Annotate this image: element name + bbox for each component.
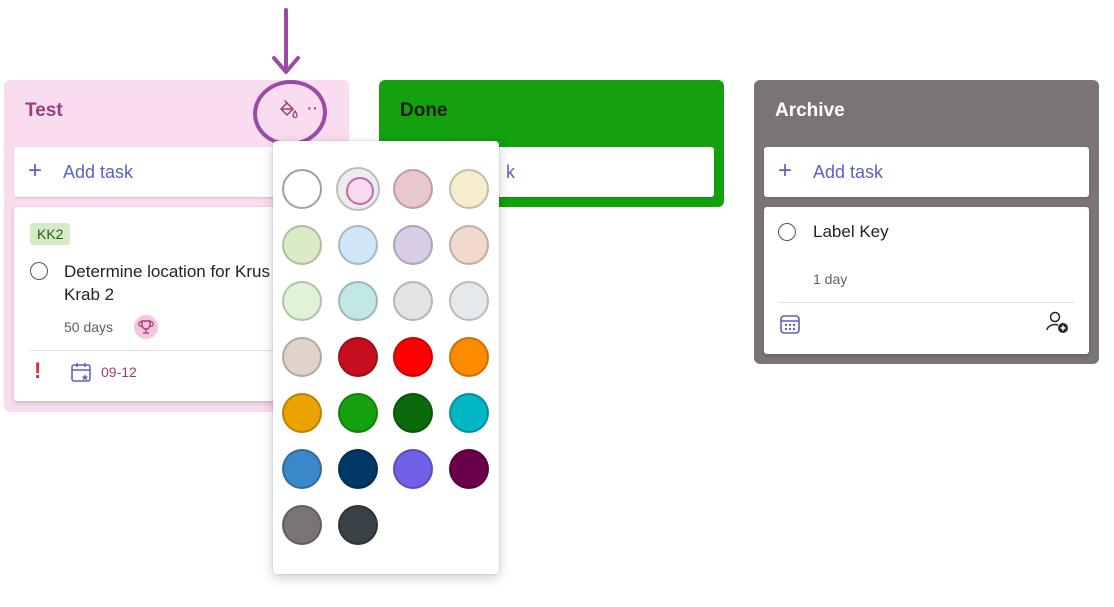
- color-swatch[interactable]: [393, 449, 433, 489]
- task-title: Label Key: [813, 222, 889, 241]
- color-swatch[interactable]: [338, 393, 378, 433]
- annotation-arrow: [272, 8, 300, 74]
- color-swatch[interactable]: [393, 225, 433, 265]
- color-swatch[interactable]: [338, 225, 378, 265]
- color-swatch[interactable]: [449, 393, 489, 433]
- color-swatch[interactable]: [393, 281, 433, 321]
- color-swatch[interactable]: [338, 449, 378, 489]
- task-duration: 1 day: [813, 271, 848, 287]
- column-title[interactable]: Test: [25, 100, 63, 122]
- color-swatch[interactable]: [393, 337, 433, 377]
- color-swatch[interactable]: [346, 177, 374, 205]
- color-swatch[interactable]: [338, 281, 378, 321]
- calendar-icon[interactable]: [779, 313, 801, 335]
- exclamation-icon: !: [34, 358, 42, 383]
- color-swatch[interactable]: [282, 225, 322, 265]
- card-divider: [778, 302, 1075, 303]
- color-swatch[interactable]: [449, 337, 489, 377]
- color-swatch[interactable]: [282, 281, 322, 321]
- bucket-column-archive: Archive + Add task Label Key 1 day: [754, 80, 1099, 364]
- color-swatch[interactable]: [338, 337, 378, 377]
- color-swatch[interactable]: [338, 505, 378, 545]
- color-swatch[interactable]: [449, 449, 489, 489]
- due-date[interactable]: 09-12: [101, 364, 137, 380]
- task-duration: 50 days: [64, 319, 114, 335]
- trophy-icon: [134, 315, 158, 339]
- circle-checkbox-icon[interactable]: [778, 223, 796, 241]
- color-swatch[interactable]: [282, 449, 322, 489]
- add-task-button[interactable]: + Add task: [764, 147, 1089, 197]
- add-task-label: Add task: [63, 162, 134, 182]
- plus-icon: +: [778, 157, 793, 184]
- color-swatch[interactable]: [282, 393, 322, 433]
- color-swatch[interactable]: [393, 169, 433, 209]
- assign-person-icon[interactable]: [1044, 309, 1070, 335]
- color-picker-menu: [273, 141, 499, 574]
- add-task-label: Add task: [813, 162, 884, 182]
- color-swatch[interactable]: [449, 225, 489, 265]
- circle-checkbox-icon[interactable]: [30, 262, 48, 280]
- column-title[interactable]: Archive: [775, 100, 845, 122]
- color-swatch[interactable]: [282, 505, 322, 545]
- color-swatch[interactable]: [282, 337, 322, 377]
- add-task-label: k: [506, 162, 515, 182]
- calendar-icon: [71, 363, 91, 382]
- plus-icon: +: [28, 157, 43, 184]
- label-badge: KK2: [30, 223, 71, 245]
- color-swatch[interactable]: [449, 169, 489, 209]
- color-swatch[interactable]: [282, 169, 322, 209]
- color-swatch[interactable]: [393, 393, 433, 433]
- column-title[interactable]: Done: [400, 100, 448, 122]
- color-swatch[interactable]: [449, 281, 489, 321]
- task-card[interactable]: Label Key 1 day: [764, 207, 1089, 354]
